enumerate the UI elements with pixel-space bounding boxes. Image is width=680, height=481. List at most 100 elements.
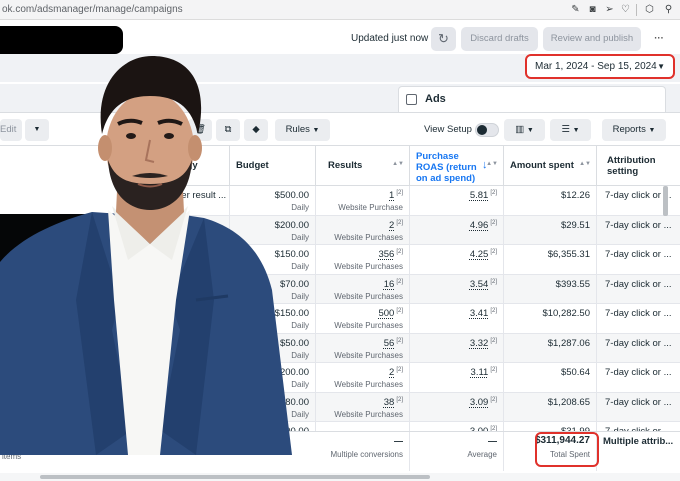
info-icon: [2] — [396, 396, 403, 403]
column-header-roas[interactable]: Purchase ROAS (return on ad spend) ↓ ▲▼ — [410, 146, 504, 186]
table-row[interactable]: 200.00 Daily 2 [2] Website Purchases 3.11 [2] $… — [0, 363, 680, 393]
budget-value: $150.00 — [274, 249, 309, 260]
table-row[interactable]: st per result ... $500.00 Daily 1 [2] Website… — [0, 186, 680, 216]
roas-total: — — [488, 436, 497, 446]
results-value[interactable]: 2 — [389, 220, 394, 231]
extensions-icon[interactable]: ⚲ — [662, 3, 675, 16]
results-cell: 500 [2] Website Purchases — [316, 304, 410, 333]
budget-cell[interactable]: $150.00 Daily — [230, 304, 316, 333]
vertical-scrollbar[interactable] — [663, 186, 668, 216]
budget-cell[interactable]: $50.00 Daily — [230, 333, 316, 362]
table-row[interactable]: $50.00 Daily 56 [2] Website Purchases 3.32 [2]… — [0, 333, 680, 363]
sort-icon: ▲▼ — [579, 161, 591, 167]
table-row[interactable]: $150.00 Daily 356 [2] Website Purchases 4.25[… — [0, 245, 680, 275]
column-header-results[interactable]: Results ▲▼ — [316, 146, 410, 186]
table-row[interactable]: 80.00 Daily 38 [2] Website Purchases 3.09 [2] $… — [0, 392, 680, 422]
preview-button[interactable]: ⧉ — [216, 119, 240, 141]
info-icon: [2] — [396, 249, 403, 255]
attribution-value: 7-day click or ... — [605, 337, 672, 349]
edit-button[interactable]: Edit — [0, 119, 22, 141]
view-setup-toggle[interactable] — [475, 123, 499, 137]
horizontal-scrollbar[interactable] — [0, 473, 680, 481]
result-type: Website Purchases — [334, 262, 403, 271]
results-value[interactable]: 500 — [378, 308, 394, 319]
results-cell: 56 [2] Website Purchases — [316, 333, 410, 362]
attribution-value: 7-day click or ... — [605, 367, 672, 378]
attribution-value: 7-day click or ... — [605, 249, 672, 260]
level-tabs: Ads — [0, 84, 680, 112]
results-value[interactable]: 1 — [389, 190, 394, 201]
rules-button[interactable]: Rules ▼ — [275, 119, 330, 141]
results-value[interactable]: 16 — [384, 279, 395, 290]
column-header-attribution[interactable]: Attribution setting — [597, 146, 680, 186]
date-range-picker[interactable]: Mar 1, 2024 - Sep 15, 2024 ▼ — [525, 54, 675, 79]
budget-value: 200.00 — [279, 367, 309, 378]
attribution-cell: 7-day click or ... — [597, 334, 680, 363]
trash-icon: 🗑 — [193, 124, 207, 135]
budget-cell[interactable]: $70.00 Daily — [230, 274, 316, 303]
url-text[interactable]: ok.com/adsmanager/manage/campaigns — [2, 4, 183, 15]
bid-strategy-cell — [160, 245, 230, 274]
roas-value[interactable]: 4.96 — [470, 220, 489, 231]
cube-icon[interactable]: ⬡ — [643, 3, 656, 16]
results-value[interactable]: 2 — [389, 367, 394, 378]
results-value[interactable]: 356 — [378, 249, 394, 260]
info-icon: [2] — [396, 219, 403, 226]
table-row[interactable]: $150.00 Daily 500 [2] Website Purchases 3.41[… — [0, 304, 680, 334]
edit-dropdown-button[interactable]: ▼ — [25, 119, 49, 141]
reports-label: Reports — [612, 124, 646, 135]
info-icon: [2] — [396, 190, 403, 196]
budget-cell[interactable]: $200.00 Daily — [230, 215, 316, 244]
attribution-value: 7-day click or ... — [605, 308, 672, 319]
budget-cell[interactable]: 80.00 Daily — [230, 392, 316, 421]
discard-drafts-button[interactable]: Discard drafts — [461, 27, 538, 51]
roas-value[interactable]: 5.81 — [470, 190, 489, 201]
attribution-total: Multiple attrib... — [603, 436, 674, 447]
roas-value[interactable]: 4.25 — [470, 249, 489, 260]
budget-cell[interactable]: 200.00 Daily — [230, 363, 316, 392]
delete-button[interactable]: 🗑 — [188, 119, 212, 141]
budget-cell[interactable]: $500.00 Daily — [230, 186, 316, 215]
browser-address-bar: ok.com/adsmanager/manage/campaigns ✎ ◙ ➢… — [0, 0, 680, 20]
breakdown-button[interactable]: ☰ ▼ — [550, 119, 591, 141]
tab-ads[interactable]: Ads — [398, 86, 666, 112]
refresh-button[interactable]: ↻ — [431, 27, 456, 51]
budget-cell[interactable]: $150.00 Daily — [230, 245, 316, 274]
review-and-publish-button[interactable]: Review and publish — [543, 27, 641, 51]
roas-value[interactable]: 3.41 — [470, 308, 489, 319]
table-toolbar: Edit ▼ 🗑 ⧉ ◆ Rules ▼ View Setup ▥ ▼ ☰ ▼ … — [0, 112, 680, 146]
results-value[interactable]: 56 — [384, 338, 395, 349]
attribution-label-line1: Attribution — [607, 155, 656, 166]
roas-value[interactable]: 3.32 — [470, 338, 489, 349]
reports-button[interactable]: Reports ▼ — [602, 119, 666, 141]
column-header-amount-spent[interactable]: Amount spent ▲▼ — [504, 146, 597, 186]
column-header-budget[interactable]: Budget — [230, 146, 316, 186]
columns-button[interactable]: ▥ ▼ — [504, 119, 545, 141]
bid-strategy-cell: st per result ... — [160, 186, 230, 215]
amount-spent-cell: $393.55 — [504, 274, 597, 303]
roas-value[interactable]: 3.09 — [470, 397, 489, 408]
info-icon: [2] — [490, 396, 497, 403]
column-header-bid-strategy[interactable]: trategy — [160, 146, 230, 186]
update-status: Updated just now — [351, 33, 429, 44]
results-value[interactable]: 38 — [384, 397, 395, 408]
redacted-account-name — [0, 26, 123, 54]
table-row[interactable]: $70.00 Daily 16 [2] Website Purchases 3.54 [2]… — [0, 274, 680, 304]
scrollbar-thumb[interactable] — [40, 475, 430, 479]
send-icon[interactable]: ➢ — [603, 3, 616, 16]
amount-spent-value: $29.51 — [560, 219, 590, 231]
edit-icon[interactable]: ✎ — [569, 3, 582, 16]
roas-value[interactable]: 3.11 — [471, 367, 489, 378]
rules-label: Rules — [285, 124, 310, 135]
camera-icon[interactable]: ◙ — [586, 3, 599, 16]
attribution-value: 7-day click or ... — [605, 190, 672, 201]
more-options-button[interactable]: ··· — [647, 27, 671, 51]
results-cell: 16 [2] Website Purchases — [316, 274, 410, 303]
results-cell: 1 [2] Website Purchase — [316, 186, 410, 215]
result-type: Website Purchases — [334, 380, 403, 389]
heart-icon[interactable]: ♡ — [619, 3, 632, 16]
refresh-icon: ↻ — [438, 31, 449, 46]
tag-button[interactable]: ◆ — [244, 119, 268, 141]
table-row[interactable]: d cap $200.00 Daily 2 [2] Website Purchases 4.… — [0, 215, 680, 245]
roas-value[interactable]: 3.54 — [470, 279, 489, 290]
